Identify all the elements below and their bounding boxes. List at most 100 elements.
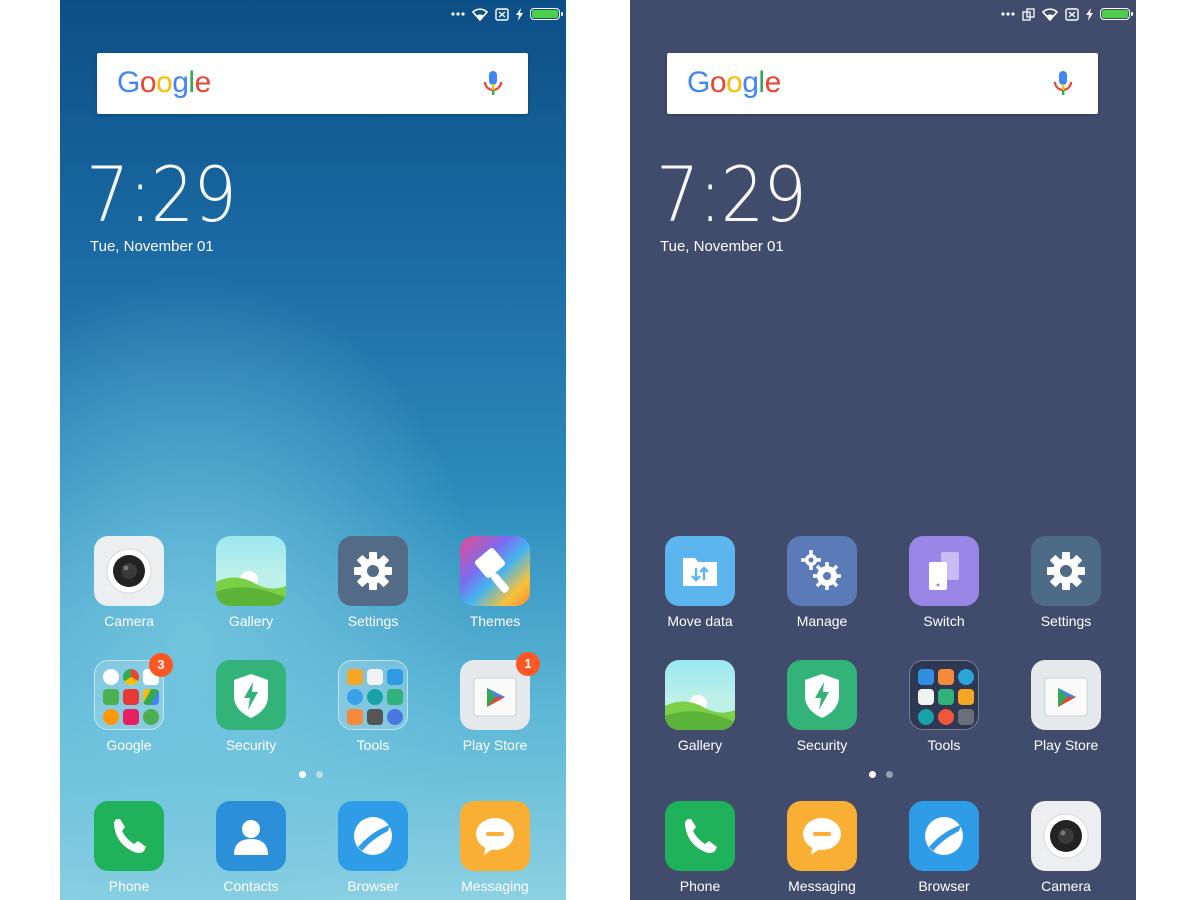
switch-devices-icon (909, 536, 979, 606)
dock-contacts[interactable]: Contacts (196, 801, 306, 894)
cleaner-icon (958, 689, 974, 705)
app-label: Browser (918, 878, 970, 894)
google-search-bar[interactable]: Google (97, 53, 528, 114)
folder-icon (909, 660, 979, 730)
app-label: Contacts (223, 878, 279, 894)
page-indicator (869, 771, 893, 778)
recorder-icon (387, 709, 403, 725)
mic-icon[interactable] (482, 70, 504, 98)
app-switch[interactable]: Switch (889, 536, 999, 629)
dock-browser[interactable]: Browser (889, 801, 999, 894)
app-play-store[interactable]: Play Store (1011, 660, 1121, 753)
page-dot[interactable] (886, 771, 893, 778)
app-security[interactable]: Security (767, 660, 877, 753)
folder-tools[interactable]: Tools (889, 660, 999, 753)
app-label: Play Store (1033, 737, 1099, 753)
home-screen-left: Google 7:29 Tue, November 01 Camera Gall… (60, 0, 566, 900)
app-label: Tools (927, 737, 961, 753)
app-label: Phone (679, 878, 721, 894)
page-dot-active[interactable] (869, 771, 876, 778)
app-themes[interactable]: Themes (440, 536, 550, 629)
clock-date: Tue, November 01 (90, 238, 214, 255)
app-label: Security (796, 737, 848, 753)
paint-brush-icon (460, 536, 530, 606)
settings-gear-icon (338, 536, 408, 606)
app-move-data[interactable]: Move data (645, 536, 755, 629)
notes-icon (938, 669, 954, 685)
app-settings[interactable]: Settings (1011, 536, 1121, 629)
clock-date: Tue, November 01 (660, 238, 784, 255)
manage-gears-icon (787, 536, 857, 606)
app-label: Phone (108, 878, 150, 894)
clock-time[interactable]: 7:29 (86, 150, 237, 239)
app-manage[interactable]: Manage (767, 536, 877, 629)
contacts-icon (216, 801, 286, 871)
app-label: Switch (923, 613, 965, 629)
phone-icon (665, 801, 735, 871)
dock-messaging[interactable]: Messaging (767, 801, 877, 894)
app-security[interactable]: Security (196, 660, 306, 753)
dock-messaging[interactable]: Messaging (440, 801, 550, 894)
app-label: Camera (104, 613, 154, 629)
clock-icon (347, 689, 363, 705)
google-search-bar[interactable]: Google (667, 53, 1098, 114)
no-sim-icon (495, 7, 509, 21)
home-screen-right: Google 7:29 Tue, November 01 Move data M… (630, 0, 1136, 900)
dock-phone[interactable]: Phone (645, 801, 755, 894)
gallery-icon (216, 536, 286, 606)
camera-icon (94, 536, 164, 606)
page-dot[interactable] (316, 771, 323, 778)
drive-icon (143, 689, 159, 705)
fingerprint-icon (387, 689, 403, 705)
mic-mini-icon (103, 669, 119, 685)
wifi-icon (472, 7, 488, 21)
google-logo: Google (117, 66, 211, 99)
app-label: Settings (1040, 613, 1092, 629)
settings-gear-icon (1031, 536, 1101, 606)
dock-browser[interactable]: Browser (318, 801, 428, 894)
dock-camera[interactable]: Camera (1011, 801, 1121, 894)
file-manager-icon (958, 709, 974, 725)
message-bubble-icon (460, 801, 530, 871)
status-bar (451, 5, 563, 23)
app-label: Manage (796, 613, 848, 629)
folder-tools[interactable]: Tools (318, 660, 428, 753)
charging-icon (516, 7, 523, 21)
google-logo: Google (687, 66, 781, 99)
app-label: Camera (1041, 878, 1091, 894)
message-bubble-icon (787, 801, 857, 871)
fingerprint-icon (938, 689, 954, 705)
app-play-store[interactable]: 1 Play Store (440, 652, 550, 753)
app-label: Play Store (462, 737, 528, 753)
chrome-icon (123, 669, 139, 685)
app-label: Browser (347, 878, 399, 894)
gallery-icon (665, 660, 735, 730)
photos-icon (103, 709, 119, 725)
app-gallery[interactable]: Gallery (645, 660, 755, 753)
charging-icon (1086, 7, 1093, 21)
mail-icon (367, 669, 383, 685)
clock-time[interactable]: 7:29 (656, 150, 807, 239)
app-label: Messaging (461, 878, 529, 894)
dock-phone[interactable]: Phone (74, 801, 184, 894)
compass-icon (367, 689, 383, 705)
app-label: Messaging (788, 878, 856, 894)
notification-badge: 3 (149, 653, 173, 677)
more-dots-icon (1001, 12, 1015, 16)
wifi-icon (1042, 7, 1058, 21)
play-store-icon (1031, 660, 1101, 730)
no-sim-icon (1065, 7, 1079, 21)
app-label: Settings (347, 613, 399, 629)
app-settings[interactable]: Settings (318, 536, 428, 629)
app-camera[interactable]: Camera (74, 536, 184, 629)
mic-icon[interactable] (1052, 70, 1074, 98)
battery-icon (1100, 8, 1133, 20)
notes-icon (347, 709, 363, 725)
app-gallery[interactable]: Gallery (196, 536, 306, 629)
app-label: Gallery (677, 737, 723, 753)
page-dot-active[interactable] (299, 771, 306, 778)
more-dots-icon (451, 12, 465, 16)
clock-icon (958, 669, 974, 685)
folder-icon: 3 (94, 653, 173, 730)
folder-google[interactable]: 3 Google (74, 653, 184, 753)
